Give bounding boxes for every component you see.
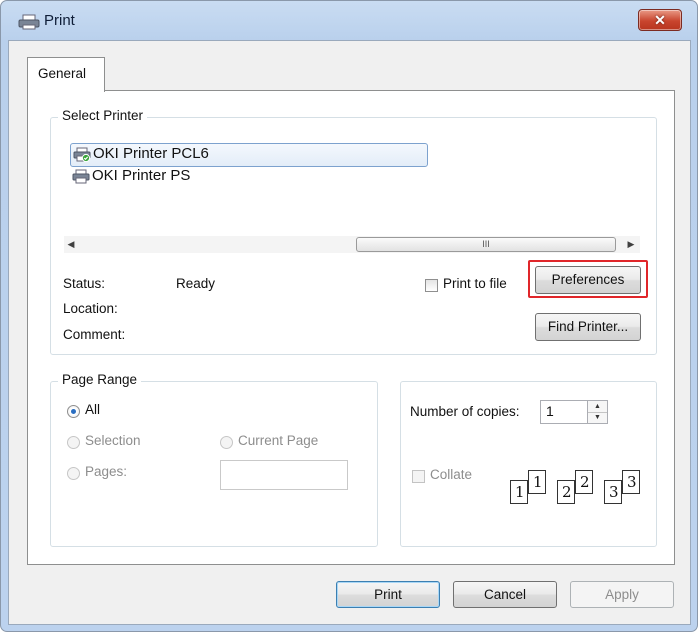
scroll-right-arrow-icon[interactable]: ▶ xyxy=(624,236,638,253)
find-printer-button-label: Find Printer... xyxy=(547,319,629,334)
radio-pages-label[interactable]: Pages: xyxy=(85,464,127,479)
collate-number: 1 xyxy=(515,483,525,501)
print-button-label: Print xyxy=(374,587,402,602)
tab-general-label: General xyxy=(38,66,87,81)
radio-pages[interactable] xyxy=(67,467,80,480)
printer-item-ps[interactable]: OKI Printer PS xyxy=(70,166,270,188)
comment-label: Comment: xyxy=(63,327,126,342)
pages-input[interactable] xyxy=(220,460,348,490)
radio-current-page[interactable] xyxy=(220,436,233,449)
close-button[interactable]: ✕ xyxy=(638,9,682,31)
spin-down-icon[interactable]: ▼ xyxy=(588,412,607,423)
page-range-heading: Page Range xyxy=(58,372,142,387)
print-button[interactable]: Print xyxy=(336,581,440,608)
title-bar[interactable]: Print ✕ xyxy=(0,0,696,40)
copies-label: Number of copies: xyxy=(410,404,520,419)
scroll-left-arrow-icon[interactable]: ◀ xyxy=(64,236,78,253)
find-printer-button[interactable]: Find Printer... xyxy=(535,313,641,341)
print-to-file-checkbox[interactable] xyxy=(425,279,438,292)
printer-item-ps-label: OKI Printer PS xyxy=(92,167,191,184)
scrollbar-thumb[interactable]: III xyxy=(356,237,616,252)
printer-default-icon xyxy=(73,147,91,162)
collate-number: 1 xyxy=(533,473,543,491)
copies-spinner[interactable]: ▲ ▼ xyxy=(587,400,608,424)
cancel-button[interactable]: Cancel xyxy=(453,581,557,608)
window-title: Print xyxy=(44,12,75,29)
printer-item-pcl6-label: OKI Printer PCL6 xyxy=(93,145,209,162)
collate-checkbox[interactable] xyxy=(412,470,425,483)
radio-selection[interactable] xyxy=(67,436,80,449)
radio-all-label[interactable]: All xyxy=(85,402,100,417)
tab-general[interactable]: General xyxy=(27,57,105,92)
radio-all[interactable] xyxy=(67,405,80,418)
printer-item-pcl6[interactable]: OKI Printer PCL6 xyxy=(70,143,428,167)
printer-icon xyxy=(18,14,40,30)
scrollbar-grip-icon: III xyxy=(482,239,490,249)
collate-number: 3 xyxy=(627,473,637,491)
collate-label[interactable]: Collate xyxy=(430,467,472,482)
radio-selection-label[interactable]: Selection xyxy=(85,433,141,448)
select-printer-heading: Select Printer xyxy=(58,108,148,123)
apply-button-label: Apply xyxy=(605,587,639,602)
status-label: Status: xyxy=(63,276,106,291)
printer-list-scrollbar[interactable]: ◀ III ▶ xyxy=(64,236,640,253)
collate-number: 2 xyxy=(562,483,572,501)
location-label: Location: xyxy=(63,301,118,316)
cancel-button-label: Cancel xyxy=(483,587,527,602)
close-x-icon: ✕ xyxy=(654,12,666,28)
status-value: Ready xyxy=(176,276,216,291)
printer-icon xyxy=(72,169,90,184)
apply-button[interactable]: Apply xyxy=(570,581,674,608)
radio-current-page-label[interactable]: Current Page xyxy=(238,433,318,448)
collate-number: 3 xyxy=(609,483,619,501)
collate-number: 2 xyxy=(580,473,590,491)
print-to-file-label[interactable]: Print to file xyxy=(443,276,507,291)
copies-input[interactable]: 1 xyxy=(540,400,589,424)
preferences-highlight-box xyxy=(528,260,648,298)
